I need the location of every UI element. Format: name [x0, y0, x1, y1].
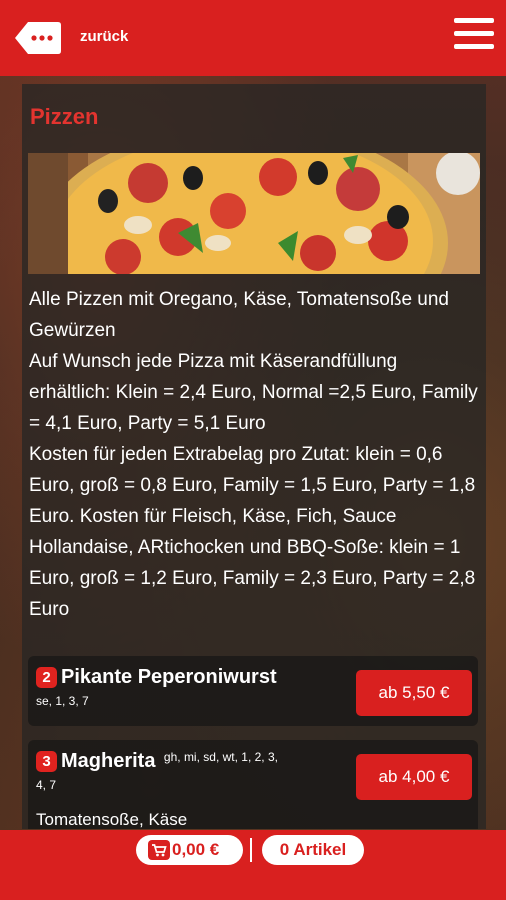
menu-item[interactable]: 3 Magherita gh, mi, sd, wt, 1, 2, 3, 4, 7… — [28, 740, 478, 829]
item-description: Tomatensoße, Käse — [36, 810, 188, 829]
cart-total: 0,00 € — [172, 840, 220, 859]
section-title: Pizzen — [30, 104, 99, 129]
top-bar: zurück — [0, 0, 506, 76]
description-line: Alle Pizzen mit Oregano, Käse, Tomatenso… — [29, 289, 449, 341]
shopping-cart-icon — [148, 840, 170, 860]
item-allergens: se, 1, 3, 7 — [36, 694, 89, 708]
divider — [250, 838, 252, 862]
item-number-badge: 2 — [36, 667, 57, 688]
cart-bar: 0,00 € 0 Artikel — [0, 830, 506, 900]
price-button[interactable]: ab 5,50 € — [356, 670, 472, 716]
cart-total-button[interactable]: 0,00 € — [136, 835, 243, 865]
cart-count-button[interactable]: 0 Artikel — [262, 835, 364, 865]
description-line: Auf Wunsch jede Pizza mit Käserandfüllun… — [29, 351, 478, 434]
item-name: Pikante Peperoniwurst — [61, 666, 277, 688]
description-line: Kosten für jeden Extrabelag pro Zutat: k… — [29, 444, 476, 620]
category-panel: Pizzen Alle Pizzen mit Oregano, Käse, To… — [22, 84, 486, 829]
category-description: Alle Pizzen mit Oregano, Käse, Tomatenso… — [29, 284, 481, 625]
hamburger-menu-icon[interactable] — [454, 18, 494, 54]
item-allergens: gh, mi, sd, wt, 1, 2, 3, — [163, 750, 278, 764]
pizza-image — [28, 153, 480, 274]
back-label[interactable]: zurück — [80, 28, 128, 45]
back-button[interactable] — [14, 20, 62, 56]
item-name: Magherita — [61, 750, 156, 772]
item-allergens-cont: 4, 7 — [36, 778, 57, 792]
item-number-badge: 3 — [36, 751, 57, 772]
item-header: 3 Magherita gh, mi, sd, wt, 1, 2, 3, — [36, 750, 278, 773]
menu-item[interactable]: 2 Pikante Peperoniwurst se, 1, 3, 7 ab 5,… — [28, 656, 478, 726]
item-header: 2 Pikante Peperoniwurst — [36, 666, 277, 689]
price-button[interactable]: ab 4,00 € — [356, 754, 472, 800]
back-tag-icon — [15, 22, 61, 54]
